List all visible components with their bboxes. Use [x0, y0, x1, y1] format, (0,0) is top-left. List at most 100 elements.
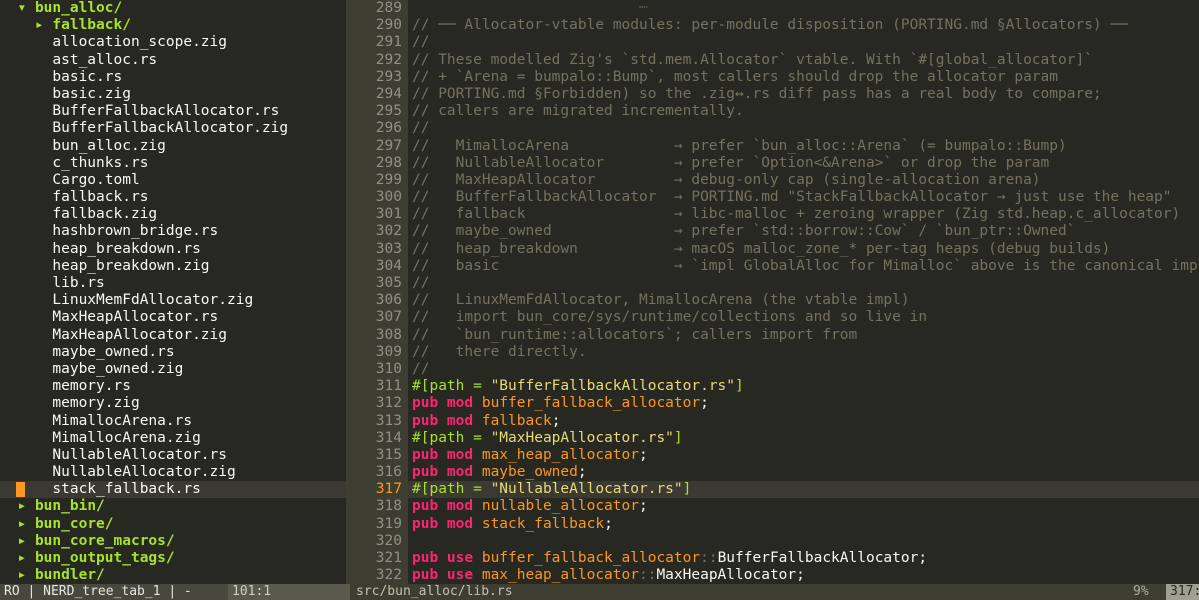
- tree-dir-item[interactable]: ▸ bun_bin/: [0, 498, 346, 515]
- code-line[interactable]: //: [408, 361, 1199, 378]
- line-number: 320: [375, 532, 402, 549]
- tree-file-item[interactable]: NullableAllocator.zig: [0, 464, 346, 481]
- code-token: //: [412, 275, 430, 291]
- tree-item-label: heap_breakdown.rs: [52, 240, 201, 257]
- tree-file-item[interactable]: bun_alloc.zig: [0, 138, 346, 155]
- tree-dir-item[interactable]: ▸ bun_core/: [0, 516, 346, 533]
- status-cursor-position: 101:1: [228, 584, 350, 600]
- code-line[interactable]: // NullableAllocator → prefer `Option<&A…: [408, 155, 1199, 172]
- code-line[interactable]: pub mod stack_fallback;: [408, 516, 1199, 533]
- code-line[interactable]: pub mod fallback;: [408, 413, 1199, 430]
- tree-file-item[interactable]: fallback.rs: [0, 189, 346, 206]
- code-line[interactable]: // maybe_owned → prefer `std::borrow::Co…: [408, 223, 1199, 240]
- tree-file-item[interactable]: LinuxMemFdAllocator.zig: [0, 292, 346, 309]
- code-line[interactable]: pub use buffer_fallback_allocator::Buffe…: [408, 550, 1199, 567]
- line-number: 303: [375, 240, 402, 257]
- code-line[interactable]: pub mod maybe_owned;: [408, 464, 1199, 481]
- code-token: // fallback → libc-malloc + zeroing wrap…: [412, 206, 1181, 223]
- tree-item-label: bun_alloc/: [34, 0, 123, 16]
- chevron-right-icon[interactable]: ▸: [17, 516, 26, 532]
- code-line[interactable]: // import bun_core/sys/runtime/collectio…: [408, 309, 1199, 326]
- code-line[interactable]: #[path = "NullableAllocator.rs"]: [408, 481, 1199, 499]
- code-line[interactable]: // `bun_runtime::allocators`; callers im…: [408, 327, 1199, 344]
- tree-file-item[interactable]: heap_breakdown.zig: [0, 258, 346, 275]
- file-tree-panel[interactable]: ▾ bun_alloc/ ▸ fallback/ allocation_scop…: [0, 0, 346, 584]
- tree-file-item[interactable]: BufferFallbackAllocator.zig: [0, 120, 346, 137]
- tree-file-item[interactable]: MimallocArena.zig: [0, 430, 346, 447]
- tree-item-label: MimallocArena.rs: [52, 412, 193, 429]
- code-token: // These modelled Zig's `std.mem.Allocat…: [412, 51, 1093, 68]
- code-line[interactable]: ┈: [408, 0, 1199, 17]
- code-line[interactable]: //: [408, 120, 1199, 137]
- code-line[interactable]: pub mod max_heap_allocator;: [408, 447, 1199, 464]
- code-line[interactable]: // LinuxMemFdAllocator, MimallocArena (t…: [408, 292, 1199, 309]
- code-line[interactable]: //: [408, 275, 1199, 292]
- tree-file-item[interactable]: basic.zig: [0, 86, 346, 103]
- code-line[interactable]: // callers are migrated incrementally.: [408, 103, 1199, 120]
- tree-file-item[interactable]: BufferFallbackAllocator.rs: [0, 103, 346, 120]
- line-number: 293: [375, 68, 402, 85]
- code-line[interactable]: // MaxHeapAllocator → debug-only cap (si…: [408, 172, 1199, 189]
- tree-dir-item[interactable]: ▾ bun_alloc/: [0, 0, 346, 17]
- tree-file-item[interactable]: Cargo.toml: [0, 172, 346, 189]
- code-line[interactable]: // there directly.: [408, 344, 1199, 361]
- tree-file-item[interactable]: heap_breakdown.rs: [0, 241, 346, 258]
- code-token: nullable_allocator: [481, 498, 639, 515]
- tree-dir-item[interactable]: ▸ bun_output_tags/: [0, 550, 346, 567]
- tree-file-item[interactable]: memory.rs: [0, 378, 346, 395]
- code-line[interactable]: // heap_breakdown → macOS malloc_zone_* …: [408, 241, 1199, 258]
- chevron-right-icon[interactable]: ▸: [17, 567, 26, 583]
- tree-file-item[interactable]: fallback.zig: [0, 206, 346, 223]
- code-line[interactable]: #[path = "BufferFallbackAllocator.rs"]: [408, 378, 1199, 395]
- code-line[interactable]: // MimallocArena → prefer `bun_alloc::Ar…: [408, 138, 1199, 155]
- tree-dir-item[interactable]: ▸ fallback/: [0, 17, 346, 34]
- tree-file-item[interactable]: stack_fallback.rs: [0, 481, 346, 499]
- chevron-right-icon[interactable]: ▸: [35, 17, 44, 33]
- tree-dir-item[interactable]: ▸ bundler/: [0, 567, 346, 584]
- code-line[interactable]: // basic → `impl GlobalAlloc for Mimallo…: [408, 258, 1199, 275]
- tree-dir-item[interactable]: ▸ bun_core_macros/: [0, 533, 346, 550]
- tree-file-item[interactable]: c_thunks.rs: [0, 155, 346, 172]
- code-line[interactable]: // ── Allocator-vtable modules: per-modu…: [408, 17, 1199, 34]
- code-token: max_heap_allocator: [481, 446, 639, 463]
- tree-file-item[interactable]: maybe_owned.rs: [0, 344, 346, 361]
- line-number: 295: [375, 103, 402, 120]
- code-token: #[path =: [412, 378, 491, 395]
- tree-file-item[interactable]: basic.rs: [0, 69, 346, 86]
- tree-file-item[interactable]: hashbrown_bridge.rs: [0, 223, 346, 240]
- tree-file-item[interactable]: lib.rs: [0, 275, 346, 292]
- chevron-right-icon[interactable]: ▸: [17, 550, 26, 566]
- code-line[interactable]: pub mod nullable_allocator;: [408, 498, 1199, 515]
- tree-file-item[interactable]: MaxHeapAllocator.rs: [0, 309, 346, 326]
- code-line[interactable]: pub use max_heap_allocator::MaxHeapAlloc…: [408, 567, 1199, 584]
- code-line[interactable]: //: [408, 34, 1199, 51]
- code-line[interactable]: pub mod buffer_fallback_allocator;: [408, 395, 1199, 412]
- code-line[interactable]: // PORTING.md §Forbidden) so the .zig↔.r…: [408, 86, 1199, 103]
- chevron-right-icon[interactable]: ▸: [17, 498, 26, 514]
- tree-file-item[interactable]: allocation_scope.zig: [0, 34, 346, 51]
- code-line[interactable]: // These modelled Zig's `std.mem.Allocat…: [408, 52, 1199, 69]
- code-token: pub mod: [412, 498, 482, 515]
- tree-file-item[interactable]: maybe_owned.zig: [0, 361, 346, 378]
- tree-file-item[interactable]: MimallocArena.rs: [0, 413, 346, 430]
- code-token: #[path =: [412, 481, 491, 498]
- chevron-right-icon[interactable]: ▸: [17, 533, 26, 549]
- code-line[interactable]: // fallback → libc-malloc + zeroing wrap…: [408, 206, 1199, 223]
- chevron-down-icon[interactable]: ▾: [17, 0, 26, 16]
- code-line[interactable]: [408, 533, 1199, 550]
- code-line[interactable]: // + `Arena = bumpalo::Bump`, most calle…: [408, 69, 1199, 86]
- code-line[interactable]: #[path = "MaxHeapAllocator.rs"]: [408, 430, 1199, 447]
- line-number: 312: [375, 395, 402, 412]
- code-token: ::: [700, 550, 718, 566]
- code-editor[interactable]: ┈// ── Allocator-vtable modules: per-mod…: [408, 0, 1199, 584]
- tree-file-item[interactable]: NullableAllocator.rs: [0, 447, 346, 464]
- code-line[interactable]: // BufferFallbackAllocator → PORTING.md …: [408, 189, 1199, 206]
- tree-file-item[interactable]: MaxHeapAllocator.zig: [0, 327, 346, 344]
- line-number: 289: [375, 0, 402, 16]
- tree-file-item[interactable]: memory.zig: [0, 395, 346, 412]
- tree-file-item[interactable]: ast_alloc.rs: [0, 52, 346, 69]
